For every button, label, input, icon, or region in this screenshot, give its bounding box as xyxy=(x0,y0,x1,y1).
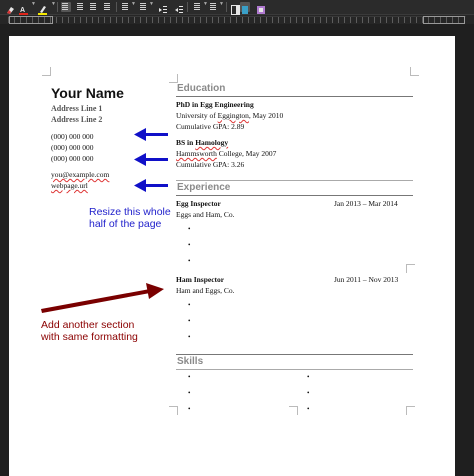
blue-arrow-email xyxy=(134,153,168,166)
annotation-arrows xyxy=(41,128,168,313)
blue-arrow-web xyxy=(134,179,168,192)
red-arrow-add-section xyxy=(41,283,164,313)
blue-arrow-phone xyxy=(134,128,168,141)
